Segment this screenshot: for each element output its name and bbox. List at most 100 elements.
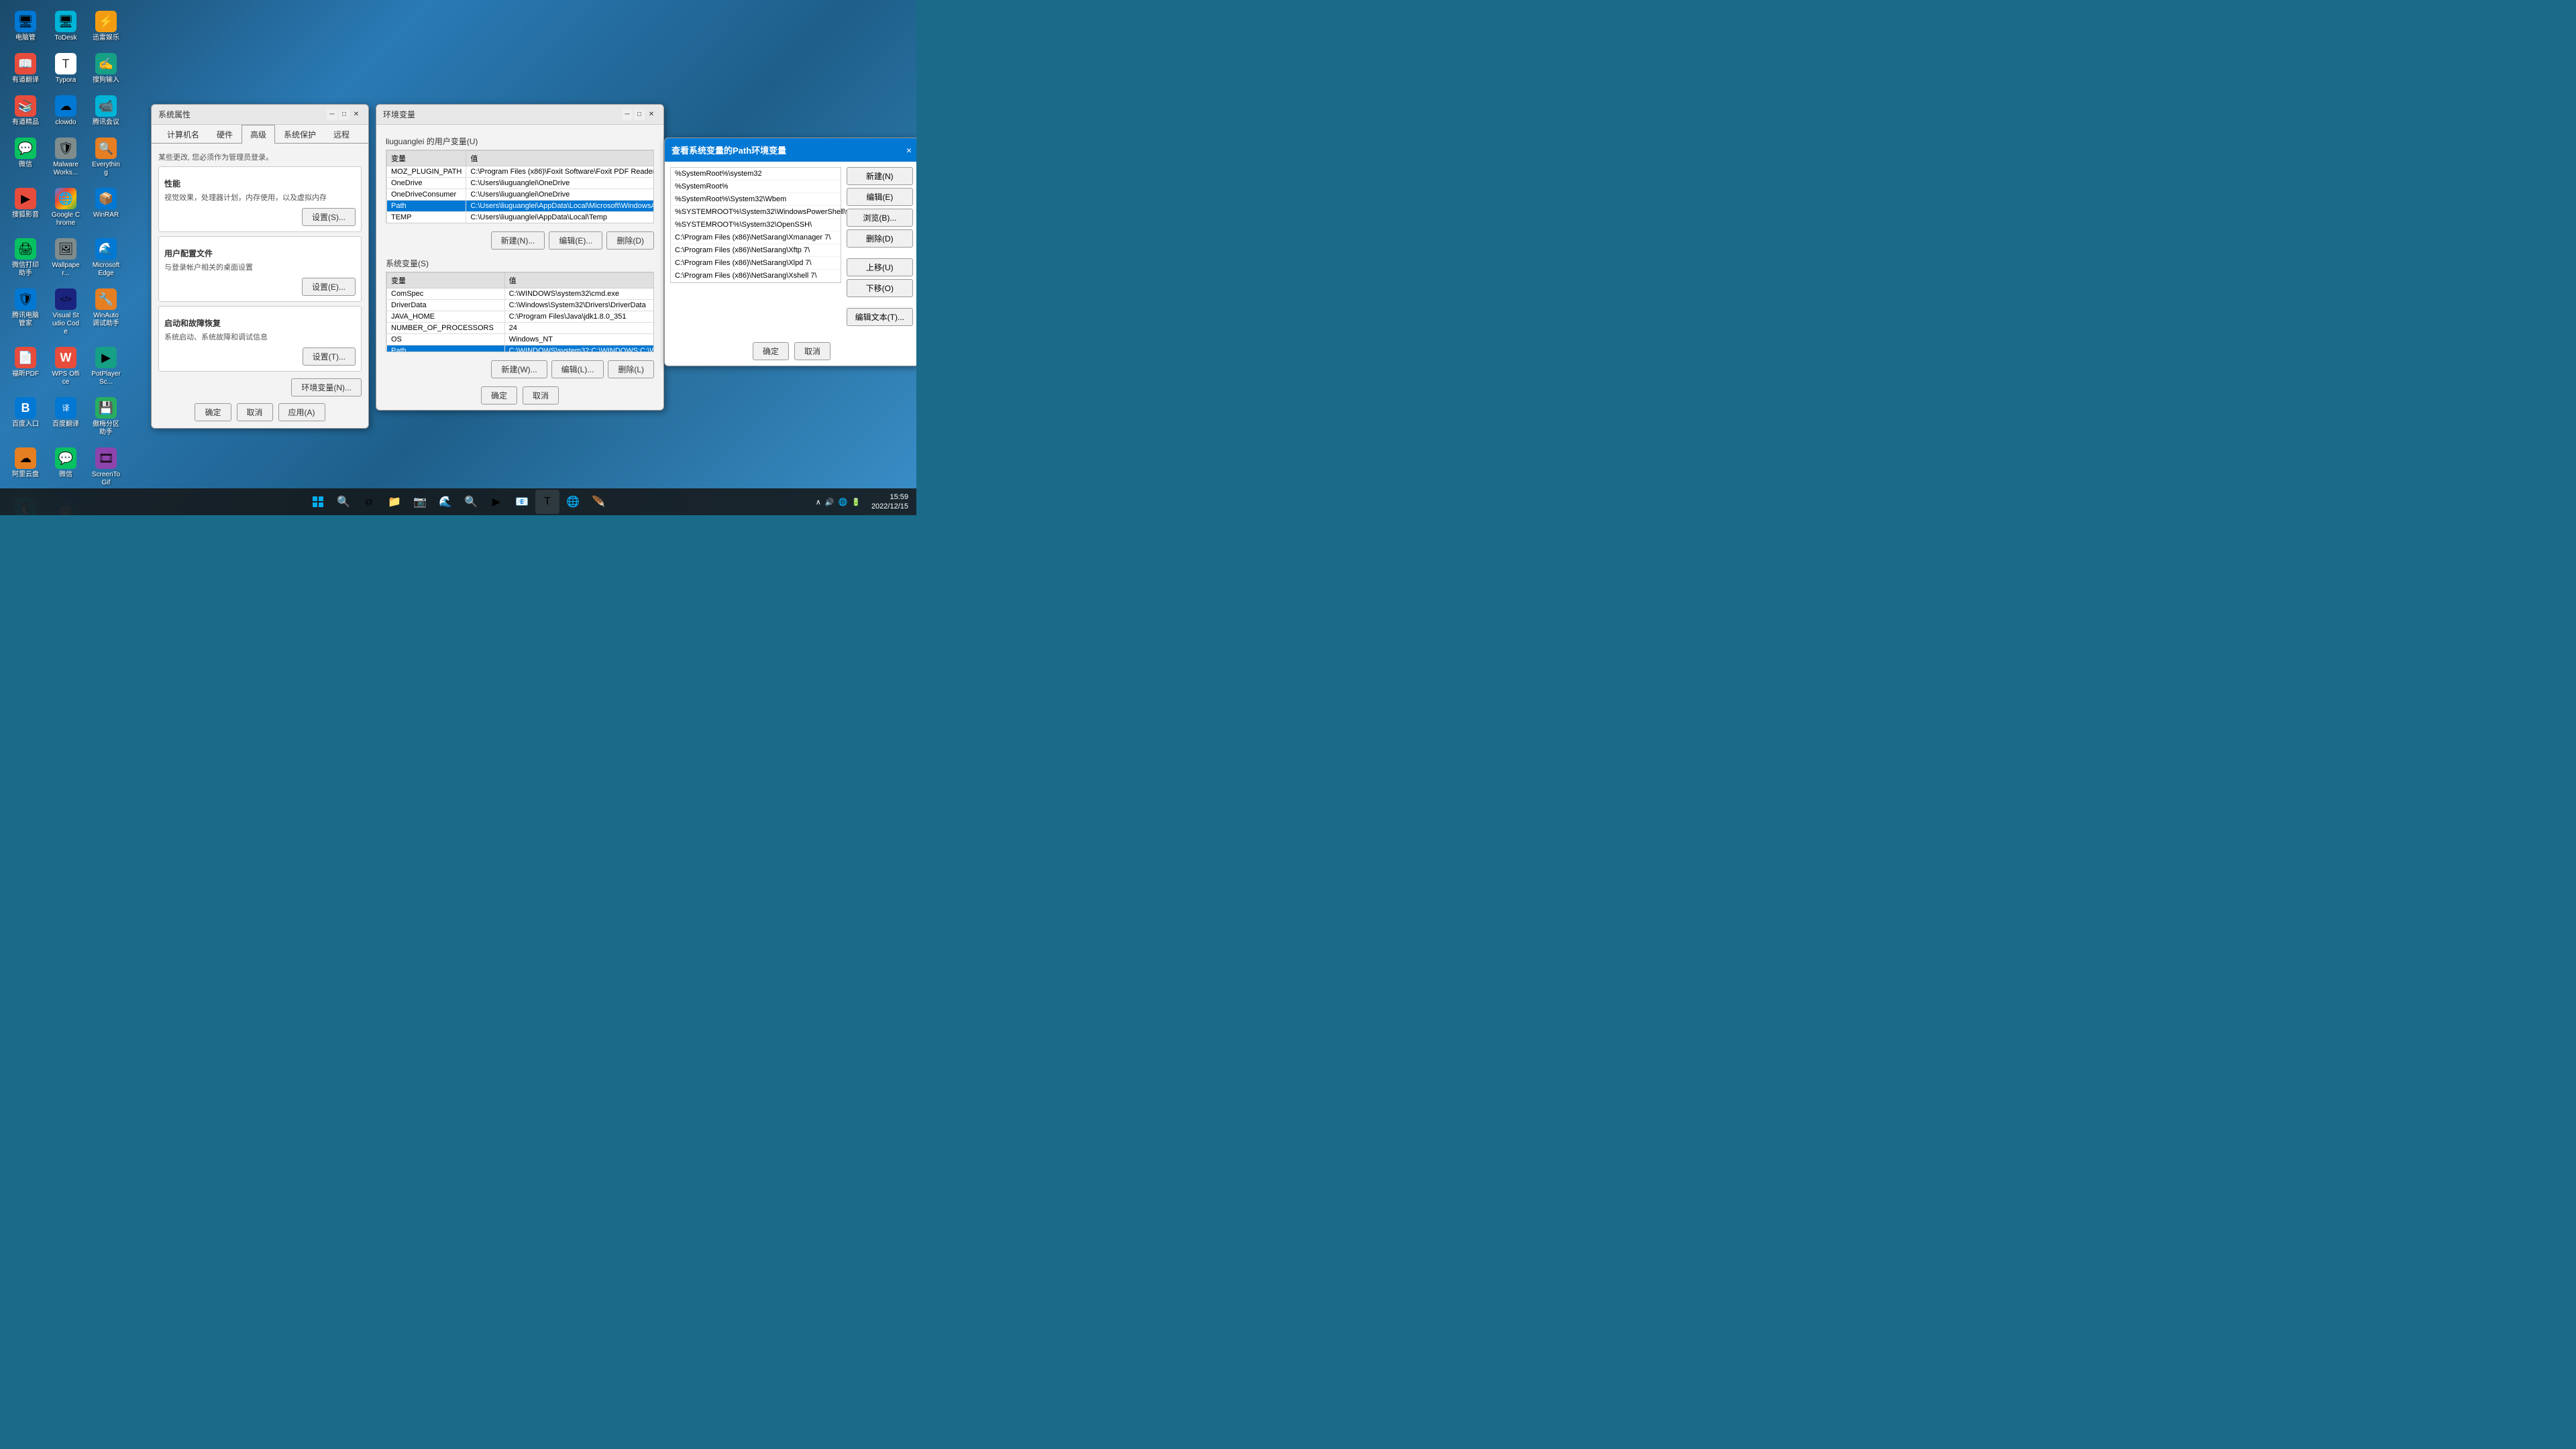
- desktop-icon-clowdo[interactable]: ☁ clowdo: [48, 93, 83, 129]
- tab-computer-name[interactable]: 计算机名: [158, 125, 208, 144]
- path-item-3[interactable]: %SystemRoot%\System32\Wbem: [671, 193, 841, 206]
- taskbar-chrome[interactable]: 🌐: [561, 490, 585, 514]
- desktop-icon-wechat[interactable]: 💬 微信: [8, 135, 43, 180]
- path-item-4[interactable]: %SYSTEMROOT%\System32\WindowsPowerShell\…: [671, 206, 841, 219]
- desktop-icon-everything[interactable]: 🔍 Everything: [89, 135, 123, 180]
- sys-var-row-1[interactable]: ComSpec C:\WINDOWS\system32\cmd.exe: [387, 288, 655, 300]
- sys-props-apply[interactable]: 应用(A): [278, 403, 325, 421]
- desktop-icon-15[interactable]: 📦 WinRAR: [89, 185, 123, 230]
- path-edit-btn[interactable]: 编辑(E): [847, 188, 913, 206]
- env-cancel-btn[interactable]: 取消: [523, 386, 559, 405]
- desktop-icon-aomei[interactable]: 💾 傲梅分区助手: [89, 394, 123, 439]
- tab-hardware[interactable]: 硬件: [208, 125, 241, 144]
- taskbar-potplayer[interactable]: ▶: [484, 490, 508, 514]
- desktop-icon-wps-office[interactable]: W WPS Office: [48, 344, 83, 389]
- system-clock[interactable]: 15:59 2022/12/15: [869, 491, 911, 513]
- taskbar-edge[interactable]: 🌊: [433, 490, 458, 514]
- path-titlebar[interactable]: 查看系统变量的Path环境变量 ×: [665, 138, 916, 162]
- desktop-icon-4[interactable]: 📖 有道翻译: [8, 50, 43, 87]
- desktop-icon-11[interactable]: 🛡 Malware Works...: [48, 135, 83, 180]
- path-new-btn[interactable]: 新建(N): [847, 167, 913, 185]
- env-ok-btn[interactable]: 确定: [481, 386, 517, 405]
- user-var-row-2[interactable]: OneDrive C:\Users\liuguanglei\OneDrive: [387, 178, 655, 189]
- start-button[interactable]: [306, 490, 330, 514]
- desktop-icon-pdf[interactable]: 📄 福昕PDF: [8, 344, 43, 389]
- sys-props-titlebar[interactable]: 系统属性 ─ □ ✕: [152, 105, 368, 125]
- desktop-icon-6[interactable]: ✍ 搜狗输入: [89, 50, 123, 87]
- desktop-icon-7[interactable]: 📚 有道精品: [8, 93, 43, 129]
- desktop-icon-chrome[interactable]: 🌐 Google Chrome: [48, 185, 83, 230]
- path-item-8[interactable]: C:\Program Files (x86)\NetSarang\Xlpd 7\: [671, 257, 841, 270]
- path-item-6[interactable]: C:\Program Files (x86)\NetSarang\Xmanage…: [671, 231, 841, 244]
- sys-var-row-5[interactable]: OS Windows_NT: [387, 334, 655, 345]
- desktop-icon-19[interactable]: 🛡 腾讯电脑管家: [8, 286, 43, 339]
- user-var-row-3[interactable]: OneDriveConsumer C:\Users\liuguanglei\On…: [387, 189, 655, 201]
- path-ok-btn[interactable]: 确定: [753, 342, 789, 360]
- user-var-row-1[interactable]: MOZ_PLUGIN_PATH C:\Program Files (x86)\F…: [387, 166, 655, 178]
- desktop-icon-screentogif[interactable]: 🎞 ScreenToGif: [89, 445, 123, 490]
- desktop-icon-fanyi[interactable]: 译 百度翻译: [48, 394, 83, 439]
- taskbar-mail[interactable]: 📧: [510, 490, 534, 514]
- sys-props-cancel[interactable]: 取消: [237, 403, 273, 421]
- desktop-icon-potplayer[interactable]: ▶ PotPlayer Sc...: [89, 344, 123, 389]
- sys-props-close[interactable]: ✕: [351, 109, 362, 120]
- user-edit-btn[interactable]: 编辑(E)...: [549, 231, 602, 250]
- env-vars-titlebar[interactable]: 环境变量 ─ □ ✕: [376, 105, 663, 125]
- user-var-row-6[interactable]: TMP C:\Users\liuguanglei\AppData\Local\T…: [387, 223, 655, 224]
- user-vars-table-container[interactable]: 变量 值 MOZ_PLUGIN_PATH C:\Program Files (x…: [386, 150, 654, 223]
- desktop-icon-3[interactable]: ⚡ 迅雷娱乐: [89, 8, 123, 45]
- path-item-7[interactable]: C:\Program Files (x86)\NetSarang\Xftp 7\: [671, 244, 841, 257]
- taskbar-feishu[interactable]: 🪶: [586, 490, 610, 514]
- desktop-icon-baidu[interactable]: B 百度入口: [8, 394, 43, 439]
- desktop-icon-typora[interactable]: T Typora: [48, 50, 83, 87]
- path-item-5[interactable]: %SYSTEMROOT%\System32\OpenSSH\: [671, 219, 841, 231]
- sys-edit-btn[interactable]: 编辑(L)...: [551, 360, 604, 378]
- sys-var-row-path[interactable]: Path C:\WINDOWS\system32;C:\WINDOWS;C:\W…: [387, 345, 655, 353]
- path-up-btn[interactable]: 上移(U): [847, 258, 913, 276]
- taskbar-camera[interactable]: 📷: [408, 490, 432, 514]
- performance-settings-btn[interactable]: 设置(S)...: [302, 208, 356, 226]
- sys-delete-btn[interactable]: 删除(L): [608, 360, 654, 378]
- sys-new-btn[interactable]: 新建(W)...: [491, 360, 547, 378]
- system-tray[interactable]: ∧ 🔊 🌐 🔋: [810, 498, 866, 506]
- desktop-icon-21[interactable]: 🔧 WinAuto调试助手: [89, 286, 123, 339]
- startup-settings-btn[interactable]: 设置(T)...: [303, 347, 356, 366]
- sys-props-minimize[interactable]: ─: [327, 109, 337, 120]
- desktop-icon-13[interactable]: ▶ 搜狐影音: [8, 185, 43, 230]
- user-var-row-path[interactable]: Path C:\Users\liuguanglei\AppData\Local\…: [387, 201, 655, 212]
- desktop-icon-9[interactable]: 📹 腾讯会议: [89, 93, 123, 129]
- desktop-icon-16[interactable]: 🖨 微信打印助手: [8, 235, 43, 280]
- sys-var-row-2[interactable]: DriverData C:\Windows\System32\Drivers\D…: [387, 300, 655, 311]
- user-delete-btn[interactable]: 删除(D): [606, 231, 654, 250]
- user-var-row-5[interactable]: TEMP C:\Users\liuguanglei\AppData\Local\…: [387, 212, 655, 223]
- env-vars-maximize[interactable]: □: [634, 109, 645, 120]
- path-browse-btn[interactable]: 浏览(B)...: [847, 209, 913, 227]
- path-item-2[interactable]: %SystemRoot%: [671, 180, 841, 193]
- path-list[interactable]: %SystemRoot%\system32 %SystemRoot% %Syst…: [670, 167, 841, 283]
- taskbar-file-explorer[interactable]: 📁: [382, 490, 407, 514]
- desktop-icon-vscode[interactable]: </> Visual Studio Code: [48, 286, 83, 339]
- path-item-1[interactable]: %SystemRoot%\system32: [671, 168, 841, 180]
- tab-advanced[interactable]: 高级: [241, 125, 275, 144]
- sys-props-maximize[interactable]: □: [339, 109, 350, 120]
- desktop-icon-2[interactable]: 🖥 ToDesk: [48, 8, 83, 45]
- desktop-icon-17[interactable]: 🖼 Wallpaper...: [48, 235, 83, 280]
- env-vars-minimize[interactable]: ─: [622, 109, 633, 120]
- env-vars-btn[interactable]: 环境变量(N)...: [291, 378, 362, 396]
- user-new-btn[interactable]: 新建(N)...: [491, 231, 545, 250]
- sys-props-ok[interactable]: 确定: [195, 403, 231, 421]
- taskbar-search[interactable]: 🔍: [331, 490, 356, 514]
- desktop-icon-aliyun[interactable]: ☁ 阿里云盘: [8, 445, 43, 490]
- tab-system-protection[interactable]: 系统保护: [275, 125, 325, 144]
- path-close-btn[interactable]: ×: [906, 145, 912, 156]
- desktop-icon-wechat2[interactable]: 💬 微信: [48, 445, 83, 490]
- taskbar-search2[interactable]: 🔍: [459, 490, 483, 514]
- taskbar-typora[interactable]: T: [535, 490, 559, 514]
- path-item-9[interactable]: C:\Program Files (x86)\NetSarang\Xshell …: [671, 270, 841, 282]
- sys-var-row-3[interactable]: JAVA_HOME C:\Program Files\Java\jdk1.8.0…: [387, 311, 655, 323]
- profile-settings-btn[interactable]: 设置(E)...: [302, 278, 356, 296]
- desktop-icon-1[interactable]: 🖥 电脑管: [8, 8, 43, 45]
- path-down-btn[interactable]: 下移(O): [847, 279, 913, 297]
- taskbar-task-view[interactable]: ⧉: [357, 490, 381, 514]
- path-cancel-btn[interactable]: 取消: [794, 342, 830, 360]
